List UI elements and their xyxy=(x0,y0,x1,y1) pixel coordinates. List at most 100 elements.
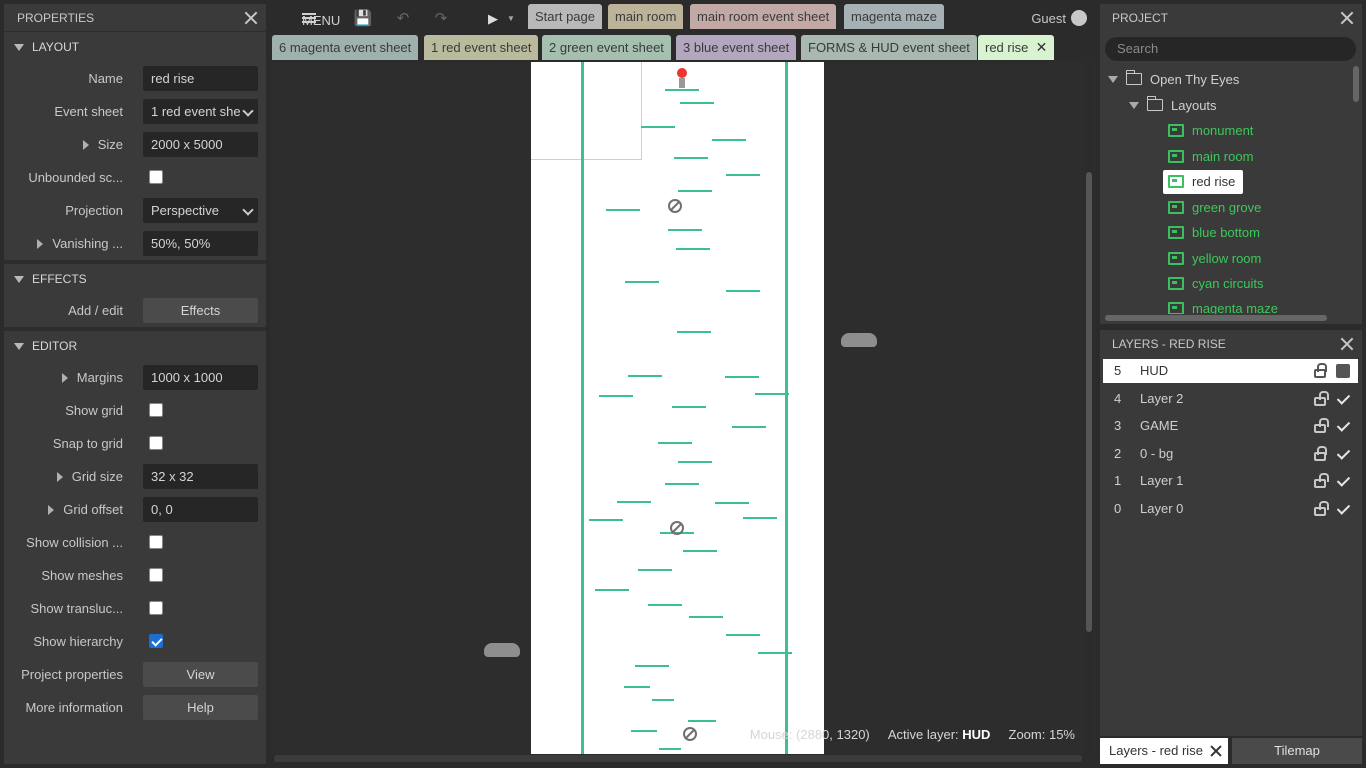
grid-offset-input[interactable]: 0, 0 xyxy=(143,497,258,522)
platform[interactable] xyxy=(677,331,711,333)
platform[interactable] xyxy=(617,501,651,503)
platform[interactable] xyxy=(726,174,760,176)
platform[interactable] xyxy=(628,375,662,377)
tab-forms-hud-event-sheet[interactable]: FORMS & HUD event sheet xyxy=(801,35,977,60)
layer-row-bg[interactable]: 20 - bg xyxy=(1103,442,1358,466)
tree-item-green-grove[interactable]: green grove xyxy=(1168,197,1261,219)
expand-triangle-icon[interactable] xyxy=(56,472,63,482)
tree-item-red-rise[interactable]: red rise xyxy=(1163,170,1244,194)
platform[interactable] xyxy=(665,89,699,91)
platform[interactable] xyxy=(758,652,792,654)
layer-row-layer-2[interactable]: 4 Layer 2 xyxy=(1103,387,1358,411)
platform[interactable] xyxy=(680,102,714,104)
platform[interactable] xyxy=(689,616,723,618)
snap-grid-checkbox[interactable] xyxy=(149,436,163,450)
lock-icon[interactable] xyxy=(1314,363,1327,378)
tab-6-magenta-event-sheet[interactable]: 6 magenta event sheet xyxy=(272,35,419,60)
platform[interactable] xyxy=(755,393,789,395)
vanishing-input[interactable]: 50%, 50% xyxy=(143,231,258,256)
show-hierarchy-checkbox[interactable] xyxy=(149,634,163,648)
close-icon[interactable] xyxy=(1210,745,1222,757)
expand-triangle-icon[interactable] xyxy=(48,505,55,515)
show-collision-checkbox[interactable] xyxy=(149,535,163,549)
platform[interactable] xyxy=(712,139,746,141)
platform[interactable] xyxy=(732,426,766,428)
visibility-check-icon[interactable] xyxy=(1336,474,1350,488)
user-account[interactable]: Guest xyxy=(1031,10,1087,26)
canvas-vertical-scrollbar[interactable] xyxy=(1085,62,1093,754)
chevron-down-icon[interactable]: ▼ xyxy=(500,8,522,30)
tab-main-room[interactable]: main room xyxy=(608,4,684,29)
platform[interactable] xyxy=(672,406,706,408)
effects-button[interactable]: Effects xyxy=(143,298,258,323)
close-icon[interactable] xyxy=(244,11,258,25)
platform[interactable] xyxy=(595,589,629,591)
layout-section-header[interactable]: LAYOUT xyxy=(4,32,266,62)
show-meshes-checkbox[interactable] xyxy=(149,568,163,582)
grid-size-input[interactable]: 32 x 32 xyxy=(143,464,258,489)
tab-start-page[interactable]: Start page xyxy=(528,4,602,29)
redo-icon[interactable]: ↷ xyxy=(430,8,452,30)
platform[interactable] xyxy=(631,730,657,732)
platform[interactable] xyxy=(683,550,717,552)
tab-tilemap[interactable]: Tilemap xyxy=(1232,738,1362,764)
tree-item-cyan-circuits[interactable]: cyan circuits xyxy=(1168,273,1264,295)
show-grid-checkbox[interactable] xyxy=(149,403,163,417)
project-horizontal-scrollbar[interactable] xyxy=(1105,315,1327,321)
platform[interactable] xyxy=(743,517,777,519)
close-icon[interactable] xyxy=(1340,11,1354,25)
platform[interactable] xyxy=(726,290,760,292)
platform[interactable] xyxy=(725,376,759,378)
right-wall[interactable] xyxy=(785,62,788,754)
visibility-check-icon[interactable] xyxy=(1336,392,1350,406)
close-icon[interactable] xyxy=(1340,337,1354,351)
tab-layers-red-rise[interactable]: Layers - red rise xyxy=(1100,738,1228,764)
platform[interactable] xyxy=(625,281,659,283)
event-sheet-select[interactable]: 1 red event she xyxy=(143,99,258,124)
platform[interactable] xyxy=(658,442,692,444)
platform[interactable] xyxy=(726,634,760,636)
layout-area[interactable] xyxy=(531,62,824,754)
editor-section-header[interactable]: EDITOR xyxy=(4,331,266,361)
tree-item-main-room[interactable]: main room xyxy=(1168,146,1253,168)
layer-row-layer-1[interactable]: 1 Layer 1 xyxy=(1103,469,1358,493)
project-vertical-scrollbar[interactable] xyxy=(1353,66,1359,102)
platform[interactable] xyxy=(665,483,699,485)
platform[interactable] xyxy=(599,395,633,397)
tree-item-magenta-maze[interactable]: magenta maze xyxy=(1168,298,1278,314)
help-button[interactable]: Help xyxy=(143,695,258,720)
search-input[interactable]: Search xyxy=(1105,37,1356,61)
lock-icon[interactable] xyxy=(1314,446,1327,461)
tab-2-green-event-sheet[interactable]: 2 green event sheet xyxy=(542,35,671,60)
tree-item-yellow-room[interactable]: yellow room xyxy=(1168,248,1261,270)
canvas-horizontal-scrollbar[interactable] xyxy=(274,755,1082,762)
tree-item-monument[interactable]: monument xyxy=(1168,120,1253,142)
unlock-icon[interactable] xyxy=(1314,501,1329,516)
name-input[interactable]: red rise xyxy=(143,66,258,91)
unlock-icon[interactable] xyxy=(1314,473,1329,488)
visibility-check-icon[interactable] xyxy=(1336,447,1350,461)
tree-layouts-folder[interactable]: Layouts xyxy=(1129,95,1217,117)
tab-3-blue-event-sheet[interactable]: 3 blue event sheet xyxy=(676,35,797,60)
object-marker-icon[interactable] xyxy=(683,727,697,741)
player-sprite[interactable] xyxy=(677,68,687,78)
expand-triangle-icon[interactable] xyxy=(82,140,89,150)
platform[interactable] xyxy=(624,686,650,688)
platform[interactable] xyxy=(659,748,681,750)
platform[interactable] xyxy=(652,699,674,701)
visibility-checkbox[interactable] xyxy=(1336,364,1350,378)
tab-1-red-event-sheet[interactable]: 1 red event sheet xyxy=(424,35,539,60)
platform[interactable] xyxy=(678,190,712,192)
layout-canvas[interactable]: Mouse: (2880, 1320) Active layer: HUD Zo… xyxy=(270,62,1095,754)
platform[interactable] xyxy=(606,209,640,211)
tab-red-rise[interactable]: red rise ✕ xyxy=(978,35,1055,60)
platform[interactable] xyxy=(668,229,702,231)
expand-triangle-icon[interactable] xyxy=(37,239,44,249)
view-button[interactable]: View xyxy=(143,662,258,687)
object-marker-icon[interactable] xyxy=(668,199,682,213)
platform[interactable] xyxy=(589,519,623,521)
platform[interactable] xyxy=(638,569,672,571)
object-marker-icon[interactable] xyxy=(670,521,684,535)
tree-item-blue-bottom[interactable]: blue bottom xyxy=(1168,222,1260,244)
close-icon[interactable]: ✕ xyxy=(1036,35,1048,60)
